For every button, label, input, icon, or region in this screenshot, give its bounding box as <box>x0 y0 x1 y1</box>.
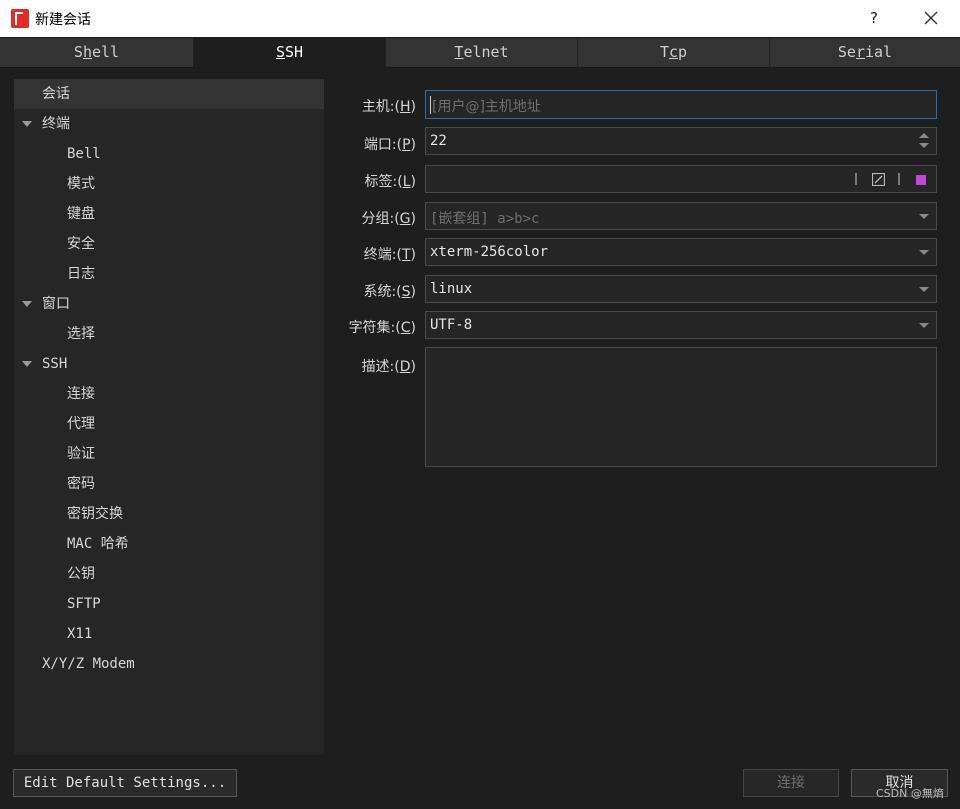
tree-item-sftp[interactable]: SFTP <box>14 589 324 619</box>
window-title: 新建会话 <box>35 12 91 28</box>
close-icon <box>924 11 938 25</box>
tree-item-proxy[interactable]: 代理 <box>14 409 324 439</box>
protocol-tabs: Shell SSH Telnet Tcp Serial <box>0 37 960 68</box>
chevron-down-icon[interactable] <box>919 323 929 328</box>
charset-value: UTF-8 <box>430 317 473 333</box>
charset-select[interactable]: UTF-8 <box>425 311 937 339</box>
tree-item-session[interactable]: 会话 <box>14 79 324 109</box>
host-label: 主机:(H) <box>361 99 416 115</box>
tree-item-terminal[interactable]: 终端 <box>14 109 324 139</box>
tree-item-security[interactable]: 安全 <box>14 229 324 259</box>
system-select[interactable]: linux <box>425 275 937 303</box>
settings-tree: 会话 终端 Bell 模式 键盘 安全 日志 窗口 选择 SSH 连接 代理 验… <box>14 79 324 755</box>
charset-label: 字符集:(C) <box>348 320 416 336</box>
tab-ssh[interactable]: SSH <box>194 38 386 67</box>
help-button[interactable]: ? <box>860 4 888 32</box>
expand-arrow-icon[interactable] <box>22 121 32 127</box>
host-placeholder: [用户@]主机地址 <box>432 99 541 115</box>
text-cursor <box>430 96 431 114</box>
group-label: 分组:(G) <box>361 211 416 227</box>
tree-item-connection[interactable]: 连接 <box>14 379 324 409</box>
connect-button[interactable]: 连接 <box>743 769 839 797</box>
tree-item-window[interactable]: 窗口 <box>14 289 324 319</box>
tree-item-ssh[interactable]: SSH <box>14 349 324 379</box>
port-value: 22 <box>430 133 447 149</box>
edit-icon[interactable] <box>872 173 885 186</box>
tree-item-kex[interactable]: 密钥交换 <box>14 499 324 529</box>
close-button[interactable] <box>915 4 947 32</box>
chevron-down-icon[interactable] <box>919 214 929 219</box>
tree-item-auth[interactable]: 验证 <box>14 439 324 469</box>
watermark: CSDN @無熵 <box>876 787 944 800</box>
description-label: 描述:(D) <box>361 359 416 375</box>
edit-default-settings-button[interactable]: Edit Default Settings... <box>13 769 237 797</box>
tag-color-swatch[interactable] <box>916 175 926 185</box>
port-spinbox[interactable]: 22 <box>425 127 937 155</box>
description-textarea[interactable] <box>425 347 937 467</box>
terminal-select[interactable]: xterm-256color <box>425 238 937 266</box>
tree-item-mode[interactable]: 模式 <box>14 169 324 199</box>
tree-item-password[interactable]: 密码 <box>14 469 324 499</box>
tab-tcp[interactable]: Tcp <box>578 38 770 67</box>
terminal-label: 终端:(T) <box>363 247 416 263</box>
separator <box>855 173 857 185</box>
tag-input[interactable] <box>425 165 937 193</box>
tag-label: 标签:(L) <box>364 174 416 190</box>
port-label: 端口:(P) <box>363 137 416 153</box>
spin-down-icon[interactable] <box>919 143 929 148</box>
host-input[interactable]: [用户@]主机地址 <box>425 90 937 119</box>
tree-item-public-key[interactable]: 公钥 <box>14 559 324 589</box>
tree-item-modem[interactable]: X/Y/Z Modem <box>14 649 324 679</box>
chevron-down-icon[interactable] <box>919 287 929 292</box>
tab-shell[interactable]: Shell <box>0 38 194 67</box>
chevron-down-icon[interactable] <box>919 250 929 255</box>
tree-item-selection[interactable]: 选择 <box>14 319 324 349</box>
tree-item-x11[interactable]: X11 <box>14 619 324 649</box>
expand-arrow-icon[interactable] <box>22 361 32 367</box>
tree-item-log[interactable]: 日志 <box>14 259 324 289</box>
tab-serial[interactable]: Serial <box>770 38 960 67</box>
title-bar: 新建会话 ? <box>0 0 960 37</box>
system-label: 系统:(S) <box>363 284 416 300</box>
expand-arrow-icon[interactable] <box>22 301 32 307</box>
group-combobox[interactable]: [嵌套组] a>b>c <box>425 202 937 230</box>
tree-item-bell[interactable]: Bell <box>14 139 324 169</box>
tree-item-mac[interactable]: MAC 哈希 <box>14 529 324 559</box>
terminal-value: xterm-256color <box>430 244 549 260</box>
app-logo-icon <box>11 9 29 28</box>
tab-telnet[interactable]: Telnet <box>386 38 578 67</box>
tree-item-keyboard[interactable]: 键盘 <box>14 199 324 229</box>
system-value: linux <box>430 281 473 297</box>
spin-up-icon[interactable] <box>919 133 929 138</box>
separator <box>898 173 900 185</box>
group-placeholder: [嵌套组] a>b>c <box>430 211 540 227</box>
